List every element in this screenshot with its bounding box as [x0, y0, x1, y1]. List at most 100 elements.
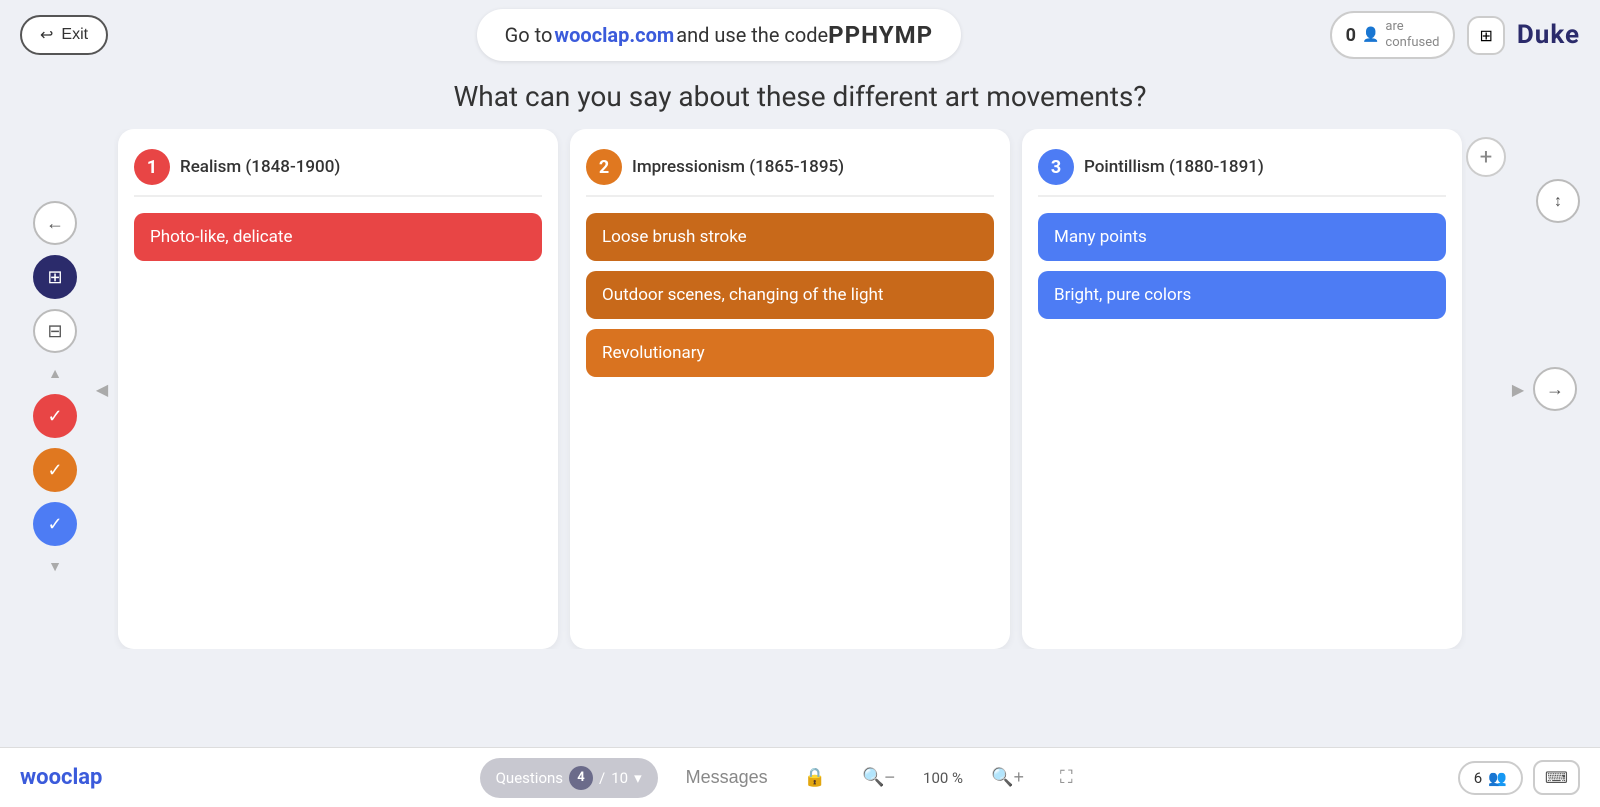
tool-orange-button[interactable]: ✓	[33, 448, 77, 492]
footer-participants[interactable]: 6 👥	[1458, 761, 1523, 795]
people-icon: 👥	[1488, 769, 1507, 787]
item-text: Revolutionary	[602, 343, 705, 363]
column-3: 3 Pointillism (1880-1891) Many points Br…	[1022, 129, 1462, 649]
column-2-items: Loose brush stroke Outdoor scenes, chang…	[586, 213, 994, 377]
footer-participants-count: 6	[1474, 769, 1482, 787]
next-nav-button[interactable]: →	[1533, 367, 1577, 411]
column-3-items: Many points Bright, pure colors	[1038, 213, 1446, 319]
column-2-title: Impressionism (1865-1895)	[632, 157, 844, 177]
item-text: Bright, pure colors	[1054, 285, 1191, 305]
participants-badge: 0 👤 areconfused	[1330, 11, 1456, 58]
list-item[interactable]: Many points	[1038, 213, 1446, 261]
column-3-title: Pointillism (1880-1891)	[1084, 157, 1264, 177]
right-scroll-handle[interactable]: ▶	[1506, 129, 1530, 649]
total-questions: 10	[611, 769, 628, 787]
list-item[interactable]: Photo-like, delicate	[134, 213, 542, 261]
grid-view-button[interactable]: ⊞	[1467, 16, 1504, 55]
column-3-badge: 3	[1038, 149, 1074, 185]
list-item[interactable]: Revolutionary	[586, 329, 994, 377]
columns-wrapper: 1 Realism (1848-1900) Photo-like, delica…	[114, 129, 1466, 649]
confused-label: areconfused	[1385, 19, 1439, 50]
grid-icon: ⊞	[1479, 26, 1492, 45]
column-3-header: 3 Pointillism (1880-1891)	[1038, 149, 1446, 197]
exit-button[interactable]: ↩ Exit	[20, 15, 108, 55]
question-title: What can you say about these different a…	[0, 80, 1600, 113]
site-name: wooclap.com	[554, 23, 674, 47]
item-text: Outdoor scenes, changing of the light	[602, 285, 883, 305]
item-text: Many points	[1054, 227, 1147, 247]
lock-icon-button[interactable]: 🔒	[796, 763, 834, 792]
left-sidebar: ← ⊞ ⊟ ▲ ✓ ✓ ✓ ▼	[20, 129, 90, 649]
back-nav-button[interactable]: ←	[33, 201, 77, 245]
code-prefix: Go to	[505, 23, 553, 47]
list-item[interactable]: Bright, pure colors	[1038, 271, 1446, 319]
item-text: Loose brush stroke	[602, 227, 747, 247]
table-nav-icon: ⊟	[47, 321, 62, 342]
exit-icon: ↩	[40, 25, 53, 45]
back-arrow-icon: ←	[46, 213, 64, 234]
zoom-out-button[interactable]: 🔍−	[854, 763, 903, 792]
keyboard-icon: ⌨	[1545, 768, 1568, 787]
tool-red-button[interactable]: ✓	[33, 394, 77, 438]
zoom-in-button[interactable]: 🔍+	[983, 763, 1032, 792]
up-down-arrow-icon: ↕	[1554, 191, 1562, 211]
plus-icon: +	[1480, 145, 1492, 170]
dropdown-chevron-icon: ▾	[634, 769, 642, 787]
column-2: 2 Impressionism (1865-1895) Loose brush …	[570, 129, 1010, 649]
current-question-number: 4	[569, 766, 593, 790]
check-icon-blue: ✓	[47, 514, 62, 535]
join-code: PPHYMP	[828, 21, 933, 49]
column-2-badge: 2	[586, 149, 622, 185]
header: ↩ Exit Go to wooclap.com and use the cod…	[0, 0, 1600, 70]
check-icon-red: ✓	[47, 406, 62, 427]
separator: /	[599, 769, 605, 787]
column-1-title: Realism (1848-1900)	[180, 157, 340, 177]
footer: wooclap Questions 4 / 10 ▾ Messages 🔒 🔍−…	[0, 747, 1600, 807]
add-column-button[interactable]: +	[1466, 137, 1506, 177]
person-icon: 👤	[1362, 27, 1379, 43]
footer-right: 6 👥 ⌨	[1458, 760, 1580, 795]
left-collapse-icon: ◀	[96, 380, 108, 399]
up-down-nav-button[interactable]: ↕	[1536, 179, 1580, 223]
column-3-number: 3	[1051, 157, 1061, 178]
column-2-number: 2	[599, 157, 609, 178]
code-middle: and use the code	[676, 23, 828, 47]
column-1: 1 Realism (1848-1900) Photo-like, delica…	[118, 129, 558, 649]
column-1-items: Photo-like, delicate	[134, 213, 542, 261]
grid-nav-icon: ⊞	[47, 267, 62, 288]
table-nav-button[interactable]: ⊟	[33, 309, 77, 353]
footer-center: Questions 4 / 10 ▾ Messages 🔒 🔍− 100 % 🔍…	[480, 758, 1081, 798]
check-icon-orange: ✓	[47, 460, 62, 481]
lock-icon: 🔒	[804, 767, 826, 787]
join-code-box: Go to wooclap.com and use the code PPHYM…	[477, 9, 961, 61]
main-area: ← ⊞ ⊟ ▲ ✓ ✓ ✓ ▼ ◀ 1 Realism (	[0, 129, 1600, 649]
messages-button[interactable]: Messages	[678, 763, 776, 792]
grid-nav-button[interactable]: ⊞	[33, 255, 77, 299]
column-2-header: 2 Impressionism (1865-1895)	[586, 149, 994, 197]
keyboard-button[interactable]: ⌨	[1533, 760, 1580, 795]
left-scroll-handle[interactable]: ◀	[90, 129, 114, 649]
tool-blue-button[interactable]: ✓	[33, 502, 77, 546]
questions-label: Questions	[496, 769, 563, 787]
zoom-out-icon: 🔍−	[862, 767, 895, 787]
messages-label: Messages	[686, 767, 768, 787]
list-item[interactable]: Outdoor scenes, changing of the light	[586, 271, 994, 319]
down-arrow-small[interactable]: ▼	[46, 556, 64, 577]
forward-arrow-icon: →	[1546, 379, 1564, 400]
up-arrow-small[interactable]: ▲	[46, 363, 64, 384]
item-text: Photo-like, delicate	[150, 227, 292, 247]
column-1-header: 1 Realism (1848-1900)	[134, 149, 542, 197]
participants-count: 0	[1346, 25, 1356, 46]
fullscreen-button[interactable]: ⛶	[1052, 763, 1081, 792]
duke-logo: Duke	[1517, 20, 1580, 50]
zoom-in-icon: 🔍+	[991, 767, 1024, 787]
exit-label: Exit	[61, 26, 88, 44]
fullscreen-icon: ⛶	[1060, 767, 1073, 787]
list-item[interactable]: Loose brush stroke	[586, 213, 994, 261]
zoom-level: 100 %	[923, 769, 963, 787]
column-1-badge: 1	[134, 149, 170, 185]
questions-dropdown[interactable]: Questions 4 / 10 ▾	[480, 758, 658, 798]
column-1-number: 1	[147, 157, 157, 178]
header-right: 0 👤 areconfused ⊞ Duke	[1330, 11, 1580, 58]
wooclap-logo: wooclap	[20, 765, 102, 790]
